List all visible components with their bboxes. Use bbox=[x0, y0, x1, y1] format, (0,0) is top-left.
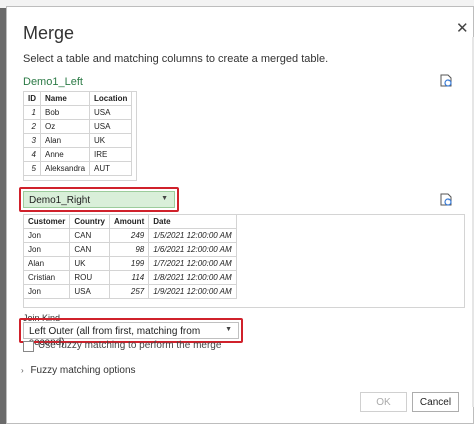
table-cell: 98 bbox=[109, 242, 150, 257]
table-cell: Aleksandra bbox=[39, 161, 91, 176]
table-cell: 1/7/2021 12:00:00 AM bbox=[148, 256, 237, 271]
table-cell: CAN bbox=[69, 228, 111, 243]
chevron-right-icon: › bbox=[21, 366, 24, 375]
dialog-description: Select a table and matching columns to c… bbox=[23, 53, 329, 65]
table-cell: USA bbox=[89, 105, 133, 120]
table-row: 4 Anne IRE bbox=[23, 147, 133, 162]
table-cell: USA bbox=[69, 284, 111, 299]
table-cell: 1/5/2021 12:00:00 AM bbox=[148, 228, 237, 243]
table-cell: UK bbox=[69, 256, 111, 271]
table-cell: UK bbox=[89, 133, 133, 148]
column-header: Customer bbox=[22, 214, 71, 229]
table-row: 1 Bob USA bbox=[23, 105, 133, 120]
table-row: 3 Alan UK bbox=[23, 133, 133, 148]
dialog-title: Merge bbox=[23, 23, 75, 43]
table-cell: 114 bbox=[109, 270, 150, 285]
table-cell: Bob bbox=[39, 105, 91, 120]
table-cell: 1/9/2021 12:00:00 AM bbox=[148, 284, 237, 299]
fuzzy-matching-label: Use fuzzy matching to perform the merge bbox=[38, 340, 222, 351]
table-cell: 199 bbox=[109, 256, 150, 271]
refresh-preview-icon[interactable] bbox=[439, 74, 453, 88]
table-cell: 257 bbox=[109, 284, 150, 299]
table-cell: Jon bbox=[22, 228, 71, 243]
ok-button[interactable]: OK bbox=[360, 392, 407, 412]
table-cell: CAN bbox=[69, 242, 111, 257]
table-row: 2 Oz USA bbox=[23, 119, 133, 134]
table-row: 5 Aleksandra AUT bbox=[23, 161, 133, 176]
table-cell: ROU bbox=[69, 270, 111, 285]
column-header: Amount bbox=[109, 214, 150, 229]
fuzzy-options-label: Fuzzy matching options bbox=[30, 365, 136, 376]
column-header: Country bbox=[69, 214, 111, 229]
table-row: Jon CAN 98 1/6/2021 12:00:00 AM bbox=[22, 242, 237, 257]
join-kind-dropdown[interactable]: Left Outer (all from first, matching fro… bbox=[23, 322, 239, 348]
chevron-down-icon: ▼ bbox=[225, 326, 232, 333]
left-table-label: Demo1_Left bbox=[23, 76, 83, 88]
table-row: Alan UK 199 1/7/2021 12:00:00 AM bbox=[22, 256, 237, 271]
column-header: Name bbox=[39, 91, 91, 106]
table-cell: IRE bbox=[89, 147, 133, 162]
fuzzy-options-expander[interactable]: › Fuzzy matching options bbox=[21, 365, 136, 376]
table-cell: Anne bbox=[39, 147, 91, 162]
table-cell: 1/8/2021 12:00:00 AM bbox=[148, 270, 237, 285]
chevron-down-icon: ▼ bbox=[161, 195, 168, 202]
table-cell: 5 bbox=[23, 161, 41, 176]
table-cell: 4 bbox=[23, 147, 41, 162]
table-cell: 1 bbox=[23, 105, 41, 120]
table-cell: Alan bbox=[39, 133, 91, 148]
second-table-selected: Demo1_Right bbox=[29, 195, 91, 206]
table-cell: 2 bbox=[23, 119, 41, 134]
table-cell: Jon bbox=[22, 284, 71, 299]
table-cell: Cristian bbox=[22, 270, 71, 285]
table-cell: Oz bbox=[39, 119, 91, 134]
close-icon[interactable]: ✕ bbox=[456, 19, 469, 37]
refresh-preview-icon[interactable] bbox=[439, 193, 453, 207]
table-cell: AUT bbox=[89, 161, 133, 176]
left-preview-table: ID Name Location 1 Bob USA 2 Oz USA 3 Alan UK 4 Anne… bbox=[23, 91, 133, 176]
column-header: Date bbox=[148, 214, 237, 229]
column-header: ID bbox=[23, 91, 41, 106]
table-row: Jon USA 257 1/9/2021 12:00:00 AM bbox=[22, 284, 237, 299]
table-cell: 3 bbox=[23, 133, 41, 148]
cancel-button[interactable]: Cancel bbox=[412, 392, 459, 412]
column-header: Location bbox=[89, 91, 133, 106]
table-cell: Alan bbox=[22, 256, 71, 271]
table-cell: Jon bbox=[22, 242, 71, 257]
table-row: Cristian ROU 114 1/8/2021 12:00:00 AM bbox=[22, 270, 237, 285]
second-table-dropdown[interactable]: Demo1_Right ▼ bbox=[23, 191, 175, 208]
table-cell: USA bbox=[89, 119, 133, 134]
merge-dialog: Merge ✕ Select a table and matching colu… bbox=[6, 6, 474, 424]
table-row: Jon CAN 249 1/5/2021 12:00:00 AM bbox=[22, 228, 237, 243]
table-cell: 1/6/2021 12:00:00 AM bbox=[148, 242, 237, 257]
fuzzy-matching-checkbox[interactable] bbox=[23, 341, 34, 352]
table-cell: 249 bbox=[109, 228, 150, 243]
fuzzy-matching-option[interactable]: Use fuzzy matching to perform the merge bbox=[23, 340, 222, 352]
right-preview-table: Customer Country Amount Date Jon CAN 249 1/5/2… bbox=[22, 214, 237, 299]
